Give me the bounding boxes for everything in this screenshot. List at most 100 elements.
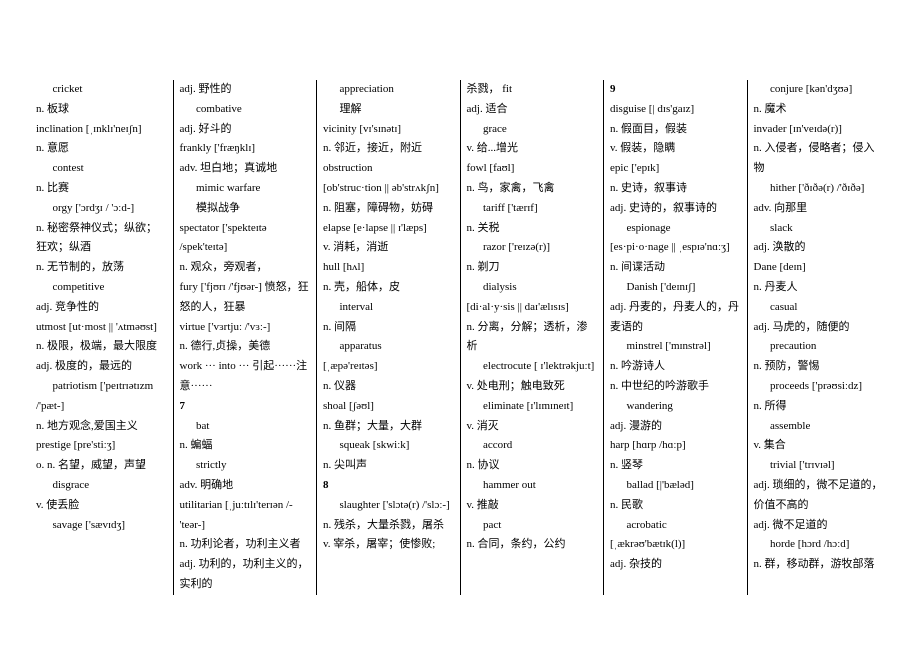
definition-line: n. 关税 bbox=[467, 219, 598, 239]
col-1: cricketn. 板球inclination [ˌɪnklɪ'neɪʃn] n.… bbox=[30, 80, 174, 595]
definition-line: n. 蝙蝠 bbox=[180, 436, 311, 456]
definition-line: n. 阻塞，障碍物，妨碍 bbox=[323, 199, 454, 219]
definition-line: n. 假面目，假装 bbox=[610, 120, 741, 140]
definition-line: spectator ['spekteɪtə /spek'teɪtə] bbox=[180, 219, 311, 259]
definition-line: adj. 马虎的，随便的 bbox=[754, 318, 885, 338]
definition-line: adj. 野性的 bbox=[180, 80, 311, 100]
word-entry: orgy ['ɔrdʒɪ / 'ɔːd-] bbox=[36, 199, 167, 219]
word-entry: accord bbox=[467, 436, 598, 456]
definition-line: shoal [ʃəʊl] bbox=[323, 397, 454, 417]
word-entry: minstrel ['mɪnstrəl] bbox=[610, 337, 741, 357]
word-entry: horde [hɔrd /hɔːd] bbox=[754, 535, 885, 555]
definition-line: virtue ['vɜrtjuː /'vɜː-] bbox=[180, 318, 311, 338]
dictionary-columns: cricketn. 板球inclination [ˌɪnklɪ'neɪʃn] n.… bbox=[30, 80, 890, 595]
section-number: 7 bbox=[180, 397, 311, 417]
definition-line: n. 尖叫声 bbox=[323, 456, 454, 476]
definition-line: n. 鱼群；大量，大群 bbox=[323, 417, 454, 437]
definition-line: invader [ɪn'veɪdə(r)] bbox=[754, 120, 885, 140]
definition-line: n. 剃刀 bbox=[467, 258, 598, 278]
definition-line: [ˌæpə'reɪtəs] bbox=[323, 357, 454, 377]
definition-line: v. 宰杀，屠宰；使惨败; bbox=[323, 535, 454, 555]
definition-line: n. 间谍活动 bbox=[610, 258, 741, 278]
definition-line: adv. 明确地 bbox=[180, 476, 311, 496]
definition-line: n. 仪器 bbox=[323, 377, 454, 397]
word-entry: squeak [skwiːk] bbox=[323, 436, 454, 456]
definition-line: fury ['fjʊrɪ /'fjʊər-] 愤怒，狂怒的人，狂暴 bbox=[180, 278, 311, 318]
definition-line: n. 板球 bbox=[36, 100, 167, 120]
definition-line: v. 消灭 bbox=[467, 417, 598, 437]
definition-line: n. 所得 bbox=[754, 397, 885, 417]
word-entry: wandering bbox=[610, 397, 741, 417]
word-entry: proceeds ['prəʊsiːdz] bbox=[754, 377, 885, 397]
definition-line: inclination [ˌɪnklɪ'neɪʃn] bbox=[36, 120, 167, 140]
definition-line: n. 邻近，接近，附近 bbox=[323, 139, 454, 159]
definition-line: epic ['epɪk] bbox=[610, 159, 741, 179]
definition-line: fowl [faʊl] bbox=[467, 159, 598, 179]
word-entry: contest bbox=[36, 159, 167, 179]
definition-line: Dane [deɪn] bbox=[754, 258, 885, 278]
definition-line: o. n. 名望，威望，声望 bbox=[36, 456, 167, 476]
word-entry: hammer out bbox=[467, 476, 598, 496]
definition-line: adv. 坦白地；真诚地 bbox=[180, 159, 311, 179]
word-entry: assemble bbox=[754, 417, 885, 437]
word-entry: slaughter ['slɔtə(r) /'slɔː-] bbox=[323, 496, 454, 516]
word-entry: slack bbox=[754, 219, 885, 239]
definition-line: v. 使丢脸 bbox=[36, 496, 167, 516]
section-number: 9 bbox=[610, 80, 741, 100]
definition-line: n. 群，移动群，游牧部落 bbox=[754, 555, 885, 575]
col-6: conjure [kən'dʒʊə]n. 魔术invader [ɪn'veɪdə… bbox=[748, 80, 891, 595]
definition-line: n. 壳，船体，皮 bbox=[323, 278, 454, 298]
word-entry: cricket bbox=[36, 80, 167, 100]
word-entry: apparatus bbox=[323, 337, 454, 357]
word-entry: appreciation bbox=[323, 80, 454, 100]
word-entry: electrocute [ ɪ'lektrəkjuːt] bbox=[467, 357, 598, 377]
col-5: 9disguise [| dɪs'gaɪz]n. 假面目，假装v. 假装，隐瞒e… bbox=[604, 80, 748, 595]
section-number: 8 bbox=[323, 476, 454, 496]
word-entry: bat bbox=[180, 417, 311, 437]
definition-line: n. 功利论者，功利主义者 bbox=[180, 535, 311, 555]
word-entry: competitive bbox=[36, 278, 167, 298]
definition-line: n. 协议 bbox=[467, 456, 598, 476]
definition-line: harp [hɑrp /hɑːp] bbox=[610, 436, 741, 456]
definition-line: [ob'struc·tion || əb'strʌkʃn] bbox=[323, 179, 454, 199]
word-entry: razor ['reɪzə(r)] bbox=[467, 238, 598, 258]
definition-line: n. 极限，极端，最大限度 bbox=[36, 337, 167, 357]
definition-line: vicinity [vɪ'sɪnətɪ] bbox=[323, 120, 454, 140]
definition-line: adj. 微不足道的 bbox=[754, 516, 885, 536]
word-entry: mimic warfare bbox=[180, 179, 311, 199]
definition-line: adj. 史诗的，叙事诗的 bbox=[610, 199, 741, 219]
word-entry: tariff ['tærɪf] bbox=[467, 199, 598, 219]
definition-line: v. 推敲 bbox=[467, 496, 598, 516]
word-entry: savage ['sævɪdʒ] bbox=[36, 516, 167, 536]
definition-line: elapse [e·lapse || ɪ'læps] bbox=[323, 219, 454, 239]
word-entry: grace bbox=[467, 120, 598, 140]
word-entry: 理解 bbox=[323, 100, 454, 120]
definition-line: n. 民歌 bbox=[610, 496, 741, 516]
definition-line: prestige [pre'stiːʒ] bbox=[36, 436, 167, 456]
col-2: adj. 野性的combativeadj. 好斗的frankly ['fræŋk… bbox=[174, 80, 318, 595]
definition-line: n. 比赛 bbox=[36, 179, 167, 199]
word-entry: espionage bbox=[610, 219, 741, 239]
definition-line: n. 丹麦人 bbox=[754, 278, 885, 298]
definition-line: [es·pi·o·nage || ˌespɪə'nɑːʒ] bbox=[610, 238, 741, 258]
word-entry: eliminate [ɪ'lɪmɪneɪt] bbox=[467, 397, 598, 417]
word-entry: hither ['ðɪðə(r) /'ðɪðə] bbox=[754, 179, 885, 199]
definition-line: n. 吟游诗人 bbox=[610, 357, 741, 377]
definition-line: utilitarian [ˌjuːtɪlɪ'terɪən /-'teər-] bbox=[180, 496, 311, 536]
definition-line: n. 秘密祭神仪式；纵欲；狂欢；纵酒 bbox=[36, 219, 167, 259]
definition-line: n. 史诗，叙事诗 bbox=[610, 179, 741, 199]
definition-line: disguise [| dɪs'gaɪz] bbox=[610, 100, 741, 120]
definition-line: 杀戮， fit bbox=[467, 80, 598, 100]
word-entry: interval bbox=[323, 298, 454, 318]
definition-line: [di·al·y·sis || daɪ'ælɪsɪs] bbox=[467, 298, 598, 318]
definition-line: n. 中世纪的吟游歌手 bbox=[610, 377, 741, 397]
definition-line: adv. 向那里 bbox=[754, 199, 885, 219]
word-entry: casual bbox=[754, 298, 885, 318]
definition-line: adj. 漫游的 bbox=[610, 417, 741, 437]
definition-line: n. 无节制的，放荡 bbox=[36, 258, 167, 278]
definition-line: adj. 涣散的 bbox=[754, 238, 885, 258]
col-3: appreciation理解vicinity [vɪ'sɪnətɪ]n. 邻近，… bbox=[317, 80, 461, 595]
definition-line: v. 假装，隐瞒 bbox=[610, 139, 741, 159]
definition-line: hull [hʌl] bbox=[323, 258, 454, 278]
definition-line: n. 鸟，家禽，飞禽 bbox=[467, 179, 598, 199]
